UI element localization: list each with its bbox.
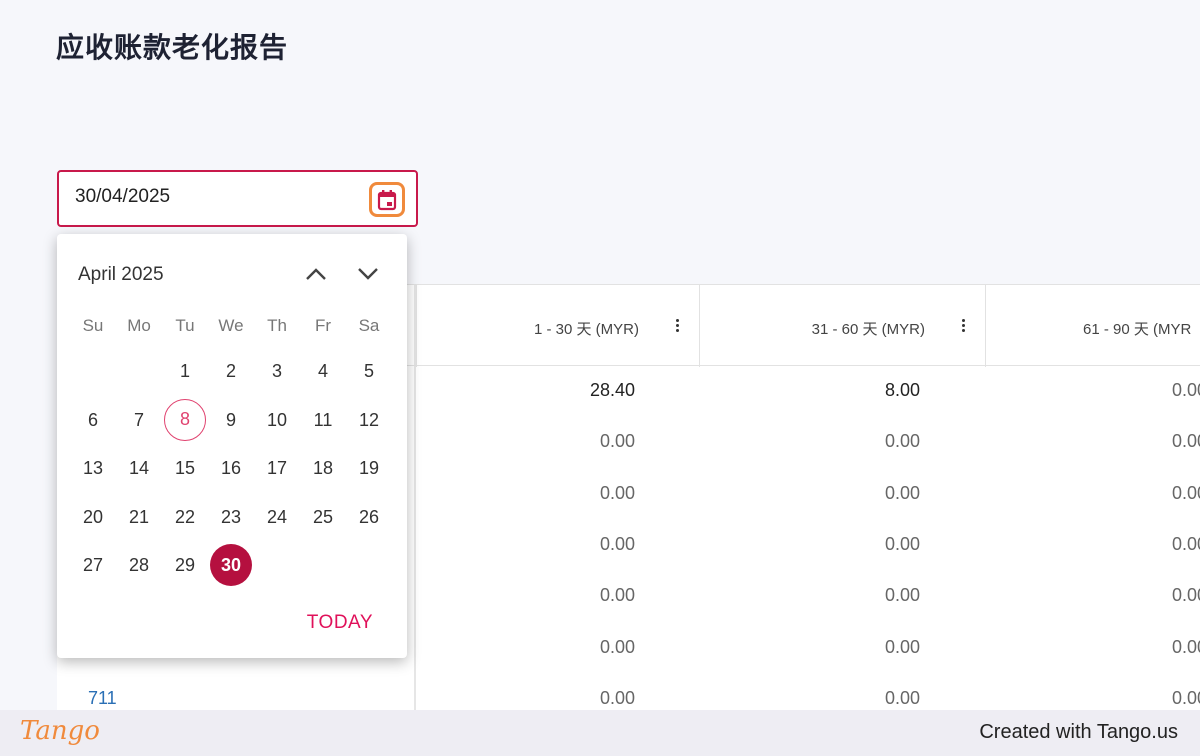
weekday-label: Fr [314,316,332,335]
chevron-up-icon [306,268,326,280]
calendar-day-22[interactable]: 22 [164,496,206,538]
calendar-day-19[interactable]: 19 [348,447,390,489]
table-cell: 0.00 [1171,482,1200,503]
table-cell: 0.00 [599,687,635,708]
table-cell: 0.00 [599,482,635,503]
date-picker-popup: April 2025 Su Mo Tu We Th Fr Sa 1 2 3 4 5 6 7 8 9 10 11 1… [57,234,407,658]
credit-text: Created with Tango.us [979,721,1178,743]
table-cell: 0.00 [884,431,920,452]
calendar-day-23[interactable]: 23 [210,496,252,538]
footer: Tango Created with Tango.us [0,710,1200,756]
column-header-label: 61 - 90 天 (MYR [1083,321,1192,338]
calendar-day-14[interactable]: 14 [118,447,160,489]
more-vert-icon[interactable] [676,319,680,333]
calendar-day-12[interactable]: 12 [348,399,390,441]
column-header-1-30[interactable]: 1 - 30 天 (MYR) [416,285,699,367]
table-cell: 0.00 [1171,636,1200,657]
tango-logo: Tango [20,716,100,746]
column-header-61-90[interactable]: 61 - 90 天 (MYR [985,285,1200,367]
calendar-day-30[interactable]: 30 [210,544,252,586]
calendar-day-7[interactable]: 7 [118,399,160,441]
table-cell: 0.00 [1171,585,1200,606]
calendar-day-16[interactable]: 16 [210,447,252,489]
table-cell: 0.00 [599,533,635,554]
table-cell: 0.00 [599,585,635,606]
table-cell: 8.00 [884,380,920,400]
column-header-label: 1 - 30 天 (MYR) [533,321,639,338]
column-header-label: 31 - 60 天 (MYR) [811,321,925,338]
calendar-day-3[interactable]: 3 [256,350,298,392]
calendar-day-24[interactable]: 24 [256,496,298,538]
previous-month-button[interactable] [302,262,330,286]
table-cell: 0.00 [884,687,920,708]
table-cell: 0.00 [884,533,920,554]
calendar-icon [377,189,397,210]
calendar-day-2[interactable]: 2 [210,350,252,392]
open-calendar-button[interactable] [369,182,405,217]
weekday-label: Su [82,316,104,335]
table-cell: 0.00 [884,636,920,657]
today-button[interactable]: TODAY [307,612,373,634]
calendar-day-20[interactable]: 20 [72,496,114,538]
table-row-link[interactable]: 711 [88,688,117,709]
calendar-month-label[interactable]: April 2025 [78,264,164,286]
table-cell: 0.00 [599,431,635,452]
calendar-day-17[interactable]: 17 [256,447,298,489]
date-field[interactable] [57,170,418,227]
calendar-day-18[interactable]: 18 [302,447,344,489]
calendar-day-15[interactable]: 15 [164,447,206,489]
table-cell: 0.00 [884,585,920,606]
calendar-day-6[interactable]: 6 [72,399,114,441]
calendar-day-11[interactable]: 11 [302,399,344,441]
weekday-label: Tu [175,316,195,335]
table-cell: 0.00 [1171,380,1200,400]
more-vert-icon[interactable] [962,319,966,333]
calendar-day-9[interactable]: 9 [210,399,252,441]
calendar-day-28[interactable]: 28 [118,544,160,586]
calendar-day-21[interactable]: 21 [118,496,160,538]
table-cell: 28.40 [589,380,635,400]
calendar-day-27[interactable]: 27 [72,544,114,586]
calendar-day-5[interactable]: 5 [348,350,390,392]
table-cell: 0.00 [1171,533,1200,554]
table-cell: 0.00 [599,636,635,657]
column-header-31-60[interactable]: 31 - 60 天 (MYR) [699,285,985,367]
weekday-label: We [218,316,244,335]
weekday-label: Mo [127,316,151,335]
page-title: 应收账款老化报告 [56,31,289,64]
calendar-day-26[interactable]: 26 [348,496,390,538]
weekday-label: Sa [358,316,380,335]
calendar-day-4[interactable]: 4 [302,350,344,392]
calendar-day-29[interactable]: 29 [164,544,206,586]
chevron-down-icon [358,268,378,280]
calendar-day-25[interactable]: 25 [302,496,344,538]
calendar-day-10[interactable]: 10 [256,399,298,441]
weekday-label: Th [267,316,287,335]
next-month-button[interactable] [354,262,382,286]
calendar-day-8[interactable]: 8 [164,398,206,441]
table-cell: 0.00 [1171,687,1200,708]
table-cell: 0.00 [1171,431,1200,452]
date-input[interactable] [75,186,335,208]
calendar-day-13[interactable]: 13 [72,447,114,489]
calendar-day-1[interactable]: 1 [164,350,206,392]
table-cell: 0.00 [884,482,920,503]
